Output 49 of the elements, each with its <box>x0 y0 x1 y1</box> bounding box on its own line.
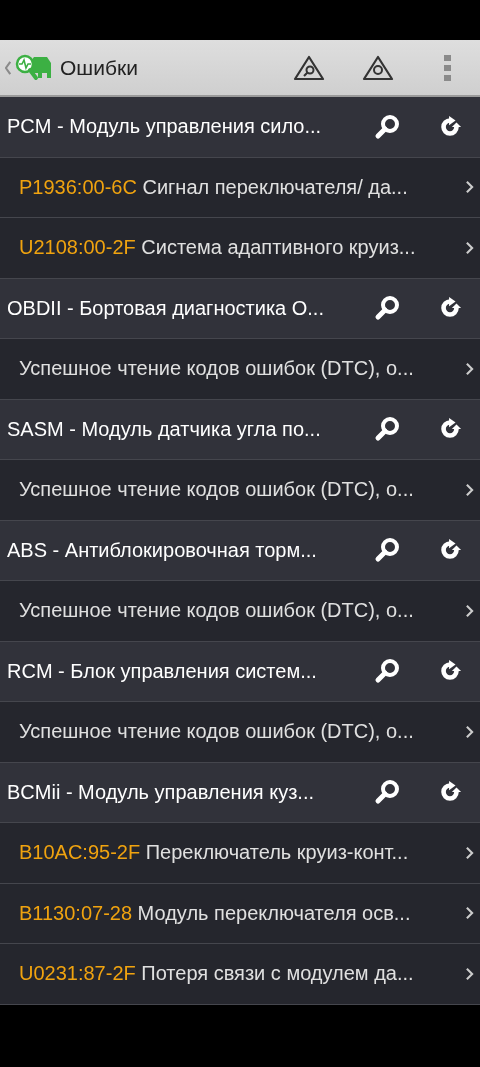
screen-title: Ошибки <box>60 55 138 80</box>
search-icon[interactable] <box>374 536 402 565</box>
module-name: OBDII - Бортовая диагностика О... <box>7 296 325 320</box>
module-name: SASM - Модуль датчика угла по... <box>7 417 322 441</box>
status-row[interactable]: Успешное чтение кодов ошибок (DTC), о... <box>0 581 480 642</box>
chevron-right-icon <box>465 482 474 497</box>
module-name: BCMii - Модуль управления куз... <box>7 780 315 804</box>
module-row[interactable]: OBDII - Бортовая диагностика О... <box>0 278 480 339</box>
status-message: Успешное чтение кодов ошибок (DTC), о... <box>19 599 415 623</box>
chevron-right-icon <box>465 240 474 255</box>
status-row[interactable]: Успешное чтение кодов ошибок (DTC), о... <box>0 460 480 521</box>
error-text: U0231:87-2F Потеря связи с модулем да... <box>19 962 415 986</box>
car-diagnostics-icon <box>14 52 54 83</box>
status-message: Успешное чтение кодов ошибок (DTC), о... <box>19 720 415 744</box>
chevron-right-icon <box>465 361 474 376</box>
search-icon[interactable] <box>374 415 402 444</box>
chevron-right-icon <box>465 906 474 921</box>
error-text: U2108:00-2F Система адаптивного круиз... <box>19 236 417 260</box>
module-row[interactable]: ABS - Антиблокировочная торм... <box>0 520 480 581</box>
status-row[interactable]: Успешное чтение кодов ошибок (DTC), о... <box>0 702 480 763</box>
warning-search-icon[interactable] <box>293 53 325 82</box>
module-name: PCM - Модуль управления сило... <box>7 115 323 139</box>
chevron-right-icon <box>465 845 474 860</box>
error-row[interactable]: U0231:87-2F Потеря связи с модулем да... <box>0 944 480 1005</box>
module-row[interactable]: SASM - Модуль датчика угла по... <box>0 399 480 460</box>
error-text: B10AC:95-2F Переключатель круиз-конт... <box>19 841 410 865</box>
search-icon[interactable] <box>374 294 402 323</box>
search-icon[interactable] <box>374 778 402 807</box>
refresh-icon[interactable] <box>438 114 462 139</box>
module-row[interactable]: BCMii - Модуль управления куз... <box>0 762 480 823</box>
status-message: Успешное чтение кодов ошибок (DTC), о... <box>19 478 415 502</box>
status-row[interactable]: Успешное чтение кодов ошибок (DTC), о... <box>0 339 480 400</box>
module-name: RCM - Блок управления систем... <box>7 659 318 683</box>
module-row[interactable]: RCM - Блок управления систем... <box>0 641 480 702</box>
search-icon[interactable] <box>374 112 402 141</box>
status-message: Успешное чтение кодов ошибок (DTC), о... <box>19 357 415 381</box>
chevron-right-icon <box>465 724 474 739</box>
error-text: P1936:00-6C Сигнал переключателя/ да... <box>19 175 409 199</box>
module-row[interactable]: PCM - Модуль управления сило... <box>0 97 480 158</box>
error-text: B1130:07-28 Модуль переключателя осв... <box>19 901 412 925</box>
search-icon[interactable] <box>374 657 402 686</box>
error-row[interactable]: U2108:00-2F Система адаптивного круиз... <box>0 218 480 279</box>
error-row[interactable]: B10AC:95-2F Переключатель круиз-конт... <box>0 823 480 884</box>
error-row[interactable]: B1130:07-28 Модуль переключателя осв... <box>0 883 480 944</box>
chevron-right-icon <box>465 603 474 618</box>
module-name: ABS - Антиблокировочная торм... <box>7 538 318 562</box>
error-row[interactable]: P1936:00-6C Сигнал переключателя/ да... <box>0 157 480 218</box>
chevron-right-icon <box>465 180 474 195</box>
chevron-right-icon <box>465 966 474 981</box>
